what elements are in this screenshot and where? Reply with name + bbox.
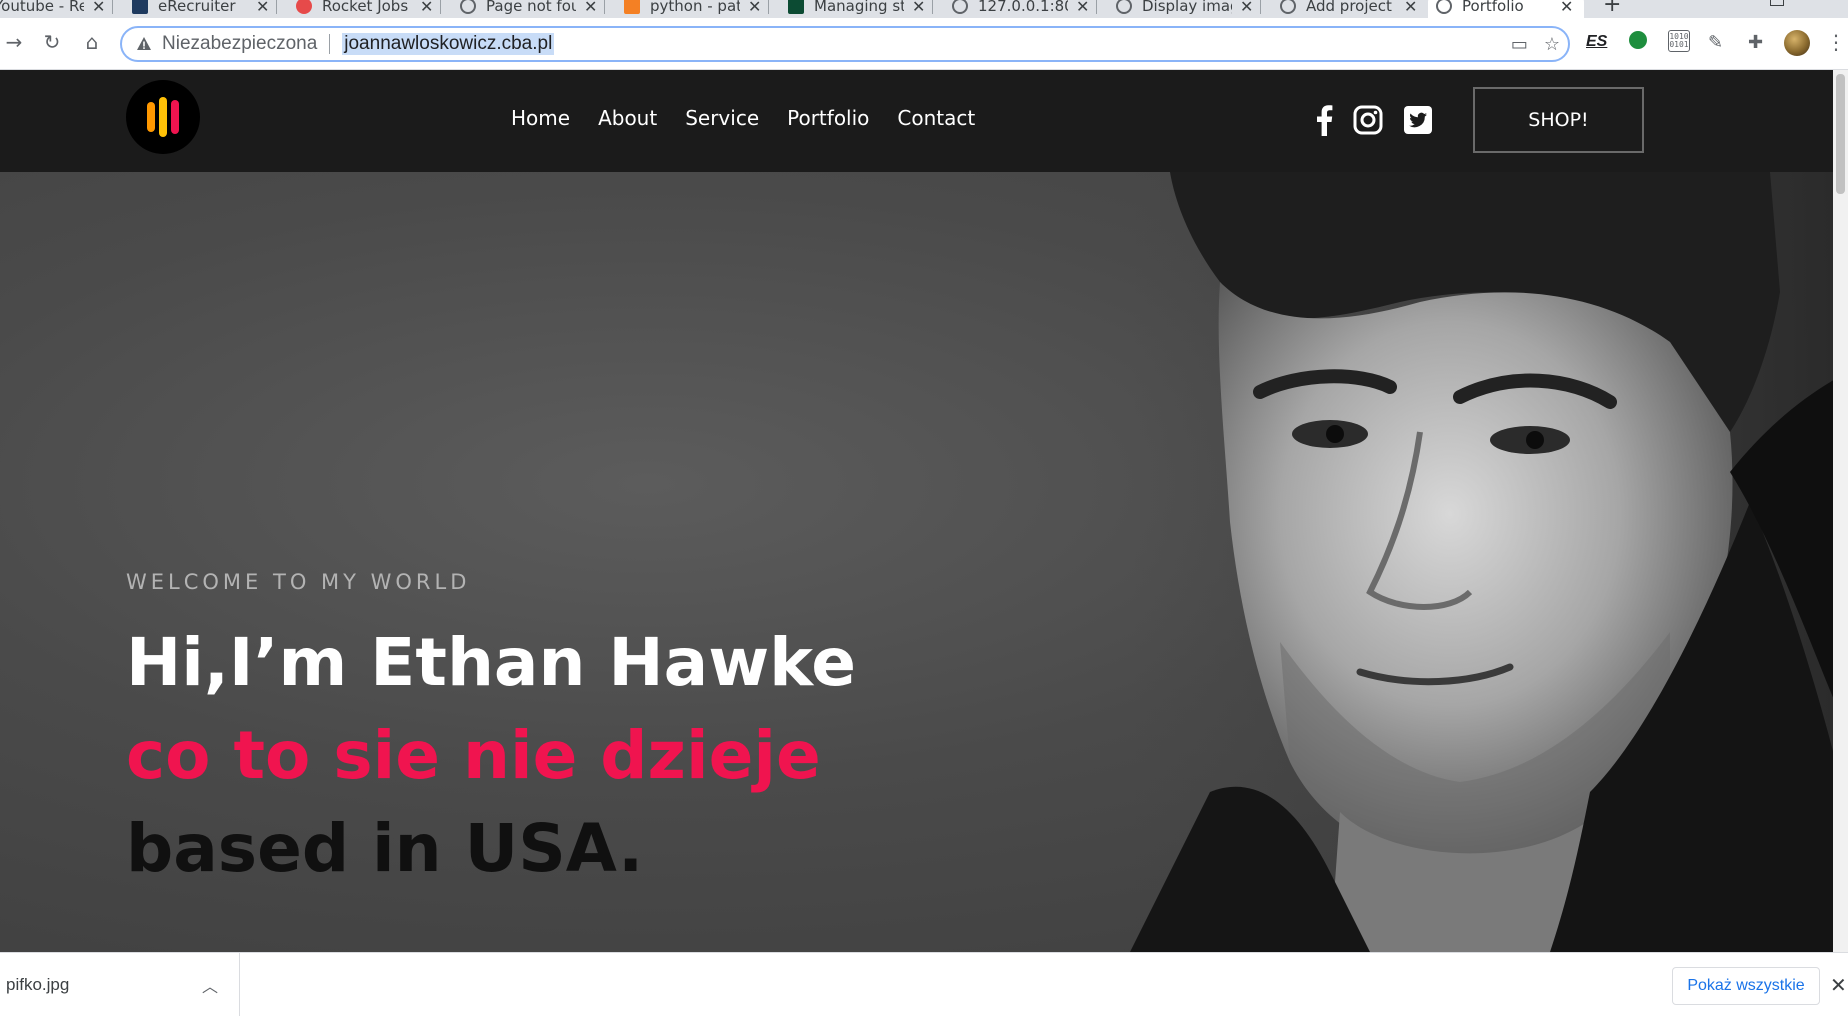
download-shelf: pifko.jpg ︿ Pokaż wszystkie ✕ <box>0 952 1848 1016</box>
download-file-name[interactable]: pifko.jpg <box>6 975 69 995</box>
home-icon[interactable]: ⌂ <box>78 28 106 56</box>
globe-icon <box>1280 0 1296 14</box>
tab-erecruiter[interactable]: eRecruiter ✕ <box>124 0 278 18</box>
nav-about[interactable]: About <box>598 106 657 130</box>
facebook-icon[interactable] <box>1312 104 1336 136</box>
tab-page-not-found[interactable]: Page not fou ✕ <box>452 0 606 18</box>
tab-portfolio[interactable]: Portfolio ✕ <box>1428 0 1584 18</box>
address-bar[interactable]: Niezabezpieczona joannawloskowicz.cba.pl… <box>120 26 1570 62</box>
tab-strip: Youtube - Re ✕ eRecruiter ✕ Rocket Jobs … <box>0 0 1848 18</box>
close-tab-icon[interactable]: ✕ <box>256 0 269 16</box>
close-tab-icon[interactable]: ✕ <box>1404 0 1417 16</box>
tab-python[interactable]: python - pat ✕ <box>616 0 770 18</box>
es-extension-icon[interactable]: ES <box>1586 30 1607 54</box>
tab-title: Portfolio <box>1462 0 1524 15</box>
hero-location-line: based in USA. <box>126 810 644 887</box>
scrollbar-thumb[interactable] <box>1836 74 1845 194</box>
scrollbar[interactable] <box>1833 70 1848 952</box>
close-tab-icon[interactable]: ✕ <box>912 0 925 16</box>
hero-section: WELCOME TO MY WORLD Hi,I’m Ethan Hawke c… <box>0 172 1848 952</box>
download-item[interactable]: pifko.jpg ︿ <box>0 953 240 1016</box>
site-logo[interactable] <box>126 80 200 154</box>
twitter-icon[interactable] <box>1402 104 1434 136</box>
web-page: Home About Service Portfolio Contact SHO… <box>0 70 1848 952</box>
close-tab-icon[interactable]: ✕ <box>1240 0 1253 16</box>
restore-window-icon[interactable] <box>1770 0 1784 6</box>
nav-portfolio[interactable]: Portfolio <box>787 106 869 130</box>
globe-icon <box>952 0 968 14</box>
tab-managing[interactable]: Managing st ✕ <box>780 0 934 18</box>
nav-contact[interactable]: Contact <box>897 106 975 130</box>
tab-title: Add project <box>1306 0 1392 15</box>
close-tab-icon[interactable]: ✕ <box>1076 0 1089 16</box>
puzzle-icon[interactable]: ✚ <box>1748 30 1763 54</box>
tab-rocket-jobs[interactable]: Rocket Jobs ✕ <box>288 0 442 18</box>
tab-add-project[interactable]: Add project ✕ <box>1272 0 1425 18</box>
close-tab-icon[interactable]: ✕ <box>584 0 597 16</box>
browser-toolbar: → ↻ ⌂ Niezabezpieczona joannawloskowicz.… <box>0 18 1848 70</box>
close-tab-icon[interactable]: ✕ <box>92 0 105 16</box>
tab-display-image[interactable]: Display imag ✕ <box>1108 0 1262 18</box>
plus-icon[interactable]: + <box>1603 0 1621 17</box>
shop-button[interactable]: SHOP! <box>1473 87 1644 153</box>
tab-title: Page not fou <box>486 0 576 15</box>
tab-title: eRecruiter <box>158 0 236 15</box>
close-tab-icon[interactable]: ✕ <box>420 0 433 16</box>
rocket-favicon-icon <box>296 0 312 14</box>
avatar[interactable] <box>1784 30 1810 56</box>
hero-accent-line: co to sie nie dzieje <box>126 717 821 794</box>
nav-home[interactable]: Home <box>511 106 570 130</box>
warning-icon[interactable] <box>136 36 152 52</box>
tab-title: python - pat <box>650 0 740 15</box>
close-tab-icon[interactable]: ✕ <box>748 0 761 16</box>
forward-arrow-icon[interactable]: → <box>0 28 28 56</box>
globe-icon <box>1436 0 1452 14</box>
tab-localhost[interactable]: 127.0.0.1:80 ✕ <box>944 0 1098 18</box>
tab-title: Managing st <box>814 0 904 15</box>
hero-title: Hi,I’m Ethan Hawke <box>126 624 857 701</box>
pen-extension-icon[interactable]: ✎ <box>1708 30 1723 54</box>
close-tab-icon[interactable]: ✕ <box>1560 0 1573 16</box>
tab-title: Rocket Jobs <box>322 0 409 15</box>
tab-title: 127.0.0.1:80 <box>978 0 1068 15</box>
show-all-downloads-button[interactable]: Pokaż wszystkie <box>1672 967 1820 1005</box>
site-header: Home About Service Portfolio Contact SHO… <box>0 70 1848 172</box>
reload-icon[interactable]: ↻ <box>38 28 66 56</box>
hero-eyebrow: WELCOME TO MY WORLD <box>126 570 471 594</box>
cast-icon[interactable]: ▭ <box>1511 34 1528 55</box>
stackoverflow-favicon-icon <box>624 0 640 14</box>
tab-title: Youtube - Re <box>0 0 84 15</box>
erecruiter-favicon-icon <box>132 0 148 14</box>
tab-youtube[interactable]: Youtube - Re ✕ <box>0 0 114 18</box>
binary-extension-icon[interactable]: 1010 0101 <box>1668 30 1690 52</box>
url-input[interactable]: joannawloskowicz.cba.pl <box>342 33 555 55</box>
close-icon[interactable]: ✕ <box>1830 973 1847 997</box>
instagram-icon[interactable] <box>1352 104 1384 136</box>
globe-icon <box>1116 0 1132 14</box>
kebab-menu-icon[interactable]: ⋮ <box>1826 30 1846 54</box>
tab-title: Display imag <box>1142 0 1232 15</box>
green-dot-extension-icon[interactable] <box>1628 30 1648 50</box>
nav-service[interactable]: Service <box>685 106 759 130</box>
portrait-image <box>1130 172 1848 952</box>
divider <box>329 34 331 54</box>
django-favicon-icon <box>788 0 804 14</box>
chevron-up-icon[interactable]: ︿ <box>202 973 218 997</box>
star-icon[interactable]: ☆ <box>1544 34 1560 55</box>
security-label[interactable]: Niezabezpieczona <box>162 33 317 55</box>
globe-icon <box>460 0 476 14</box>
main-nav: Home About Service Portfolio Contact <box>511 106 975 130</box>
